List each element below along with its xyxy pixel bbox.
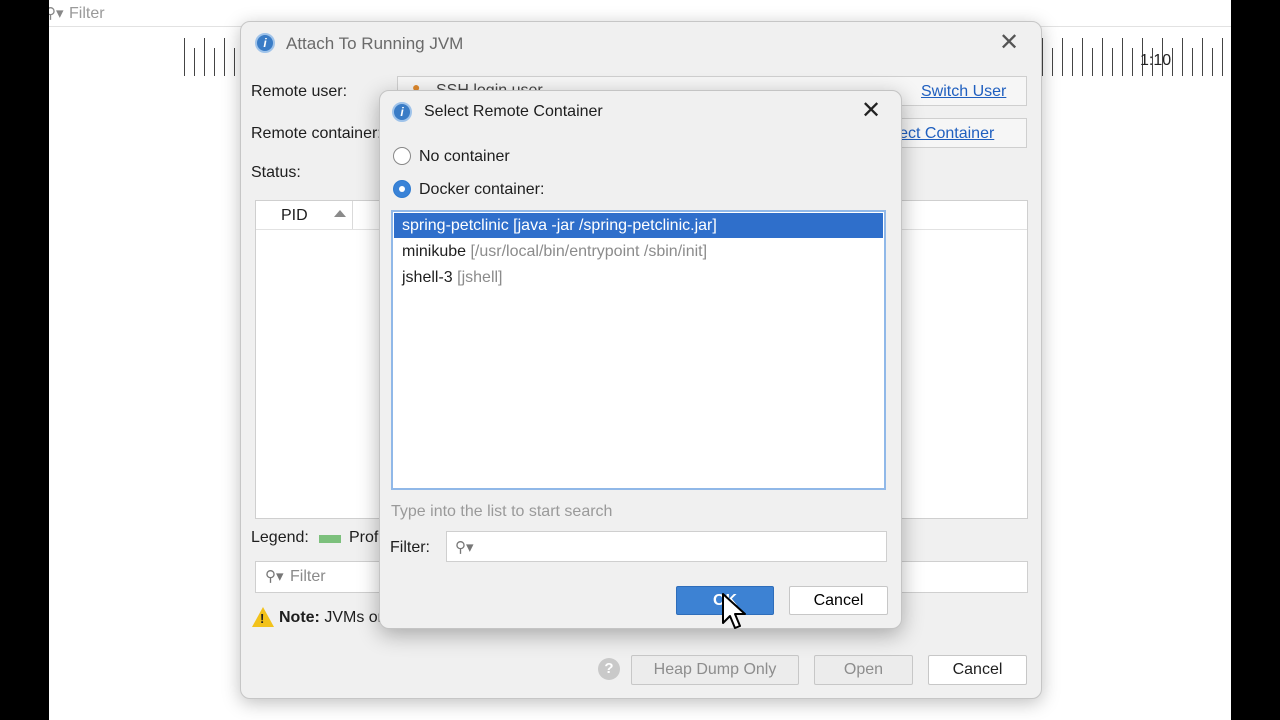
jvm-filter-placeholder: Filter — [290, 568, 326, 585]
timeline-tick — [234, 48, 235, 76]
modal-cancel-button[interactable]: Cancel — [789, 586, 888, 615]
legend-item-label: Prof — [349, 529, 379, 546]
timeline-tick — [1132, 48, 1133, 76]
sort-ascending-icon — [334, 210, 346, 217]
list-item[interactable]: jshell-3 [jshell] — [394, 265, 883, 290]
timeline-tick — [1062, 38, 1063, 76]
timeline-tick — [1042, 38, 1043, 76]
container-name: spring-petclinic — [402, 217, 509, 234]
container-command: [java -jar /spring-petclinic.jar] — [513, 217, 717, 234]
note-text: Note: JVMs or — [279, 609, 383, 627]
search-icon: ⚲▾ — [265, 568, 284, 585]
remote-user-label: Remote user: — [251, 83, 348, 100]
timeline-tick — [1212, 48, 1213, 76]
timeline-tick — [1222, 38, 1223, 76]
container-command: [/usr/local/bin/entrypoint /sbin/init] — [470, 243, 708, 260]
select-remote-container-dialog: i Select Remote Container ✕ No container… — [379, 90, 902, 629]
search-icon: ⚲▾ — [455, 539, 474, 556]
list-item[interactable]: minikube [/usr/local/bin/entrypoint /sbi… — [394, 239, 883, 264]
note-bold: Note: — [279, 609, 320, 626]
close-icon[interactable]: ✕ — [999, 31, 1019, 55]
timeline-tick — [1052, 48, 1053, 76]
dialog-title: Attach To Running JVM — [286, 34, 464, 53]
timeline-tick — [1122, 38, 1123, 76]
timeline-tick — [1082, 38, 1083, 76]
container-name: jshell-3 — [402, 269, 453, 286]
timeline-tick — [1182, 38, 1183, 76]
no-container-radio[interactable] — [393, 147, 411, 165]
legend-label: Legend: — [251, 529, 309, 546]
timeline-ticks-right — [1042, 38, 1231, 78]
timeline-tick — [1072, 48, 1073, 76]
container-command: [jshell] — [457, 269, 503, 286]
timeline-tick — [1172, 48, 1173, 76]
app-icon: i — [392, 102, 412, 122]
column-divider — [352, 201, 353, 229]
background-filter-placeholder: Filter — [69, 5, 105, 22]
timeline-tick — [194, 48, 195, 76]
status-label: Status: — [251, 164, 301, 181]
filter-label: Filter: — [390, 539, 430, 556]
list-item[interactable]: spring-petclinic [java -jar /spring-petc… — [394, 213, 883, 238]
warning-icon-mark: ! — [260, 611, 265, 626]
timeline-tick — [224, 38, 225, 76]
modal-title: Select Remote Container — [424, 103, 603, 120]
mouse-cursor-icon — [722, 593, 746, 629]
cancel-button[interactable]: Cancel — [928, 655, 1027, 685]
column-header-pid[interactable]: PID — [281, 207, 308, 225]
heap-dump-only-button[interactable]: Heap Dump Only — [631, 655, 799, 685]
switch-user-link[interactable]: Switch User — [921, 83, 1006, 101]
search-hint: Type into the list to start search — [391, 503, 613, 520]
docker-container-radio[interactable] — [393, 180, 411, 198]
note-body: JVMs or — [319, 609, 384, 626]
close-icon[interactable]: ✕ — [861, 99, 881, 123]
remote-container-label: Remote container: — [251, 125, 382, 142]
timeline-tick — [214, 48, 215, 76]
timeline-time-label: 1:10 — [1140, 52, 1172, 69]
timeline-tick — [1192, 48, 1193, 76]
timeline-tick — [184, 38, 185, 76]
timeline-tick — [1112, 48, 1113, 76]
timeline-ticks-left — [184, 38, 244, 78]
search-icon: ⚲▾ — [49, 5, 64, 22]
docker-container-label[interactable]: Docker container: — [419, 181, 544, 199]
legend-swatch-profiled — [319, 535, 341, 543]
timeline-tick — [204, 38, 205, 76]
help-icon[interactable]: ? — [598, 658, 620, 680]
container-list[interactable]: spring-petclinic [java -jar /spring-petc… — [391, 210, 886, 490]
open-button[interactable]: Open — [814, 655, 913, 685]
timeline-tick — [1092, 48, 1093, 76]
app-icon: i — [255, 33, 275, 53]
container-name: minikube — [402, 243, 467, 260]
timeline-tick — [1102, 38, 1103, 76]
no-container-label[interactable]: No container — [419, 148, 510, 166]
timeline-tick — [1202, 38, 1203, 76]
container-filter-input[interactable]: ⚲▾ — [446, 531, 887, 562]
